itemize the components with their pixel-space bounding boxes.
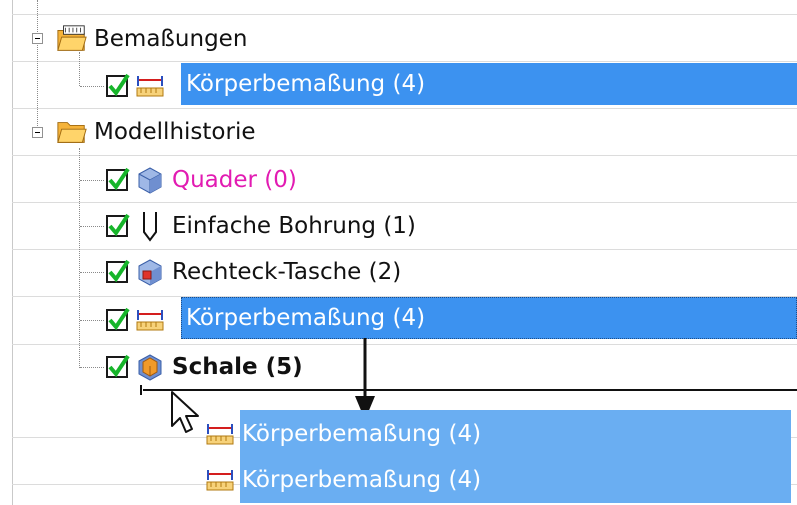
visibility-checkbox[interactable] [106, 259, 130, 283]
pocket-icon [134, 256, 166, 288]
row-separator [12, 202, 797, 203]
tree-node-label: Einfache Bohrung (1) [172, 213, 416, 239]
tree-node-label: Bemaßungen [94, 26, 248, 52]
tree-node-label: Körperbemaßung (4) [186, 71, 426, 97]
tree-connector [80, 272, 104, 273]
drag-preview-item: Körperbemaßung (4) [204, 415, 487, 453]
collapse-toggle-history[interactable] [32, 127, 43, 138]
dimension-icon [204, 464, 236, 496]
open-folder-icon [56, 116, 88, 148]
tree-node-dimension-row[interactable] [106, 64, 166, 108]
tree-connector-root [37, 0, 38, 132]
row-separator [12, 155, 797, 156]
visibility-checkbox[interactable] [106, 307, 130, 331]
open-folder-icon [56, 23, 88, 55]
tree-connector [80, 86, 104, 87]
tree-connector [79, 148, 80, 368]
box-icon [134, 164, 166, 196]
dimension-icon [134, 304, 166, 336]
tree-connector [80, 180, 104, 181]
tree-node-label: Körperbemaßung (4) [186, 305, 426, 331]
row-separator [12, 108, 797, 109]
row-separator [12, 61, 797, 62]
tree-node-label: Rechteck-Tasche (2) [172, 259, 402, 285]
visibility-checkbox[interactable] [106, 213, 130, 237]
drill-hole-icon [134, 210, 166, 242]
shell-icon [134, 351, 166, 383]
tree-node-drill[interactable]: Einfache Bohrung (1) [106, 204, 422, 248]
tree-node-history-folder[interactable]: Modellhistorie [56, 110, 261, 154]
tree-node-dimensions-folder[interactable]: Bemaßungen [56, 17, 253, 61]
drag-preview-label: Körperbemaßung (4) [242, 467, 482, 493]
tree-node-history-dimension-row[interactable] [106, 298, 166, 342]
tree-node-shell[interactable]: Schale (5) [106, 345, 309, 389]
drag-preview-label: Körperbemaßung (4) [242, 421, 482, 447]
insertion-marker-line [143, 389, 797, 391]
tree-node-label: Modellhistorie [94, 119, 256, 145]
dimension-icon [134, 70, 166, 102]
tree-connector [80, 320, 104, 321]
tree-node-label: Schale (5) [172, 354, 303, 380]
visibility-checkbox[interactable] [106, 167, 130, 191]
visibility-checkbox[interactable] [106, 73, 130, 97]
tree-node-pocket[interactable]: Rechteck-Tasche (2) [106, 250, 407, 294]
visibility-checkbox[interactable] [106, 354, 130, 378]
drag-preview-item: Körperbemaßung (4) [204, 461, 487, 499]
mouse-cursor-icon [171, 391, 199, 433]
dimension-icon [204, 418, 236, 450]
row-separator [12, 14, 797, 15]
tree-node-quader[interactable]: Quader (0) [106, 158, 303, 202]
tree-connector [80, 226, 104, 227]
tree-node-label: Quader (0) [172, 167, 297, 193]
tree-connector [80, 367, 104, 368]
insertion-marker-tick [140, 385, 142, 395]
collapse-toggle-dimensions[interactable] [32, 33, 43, 44]
